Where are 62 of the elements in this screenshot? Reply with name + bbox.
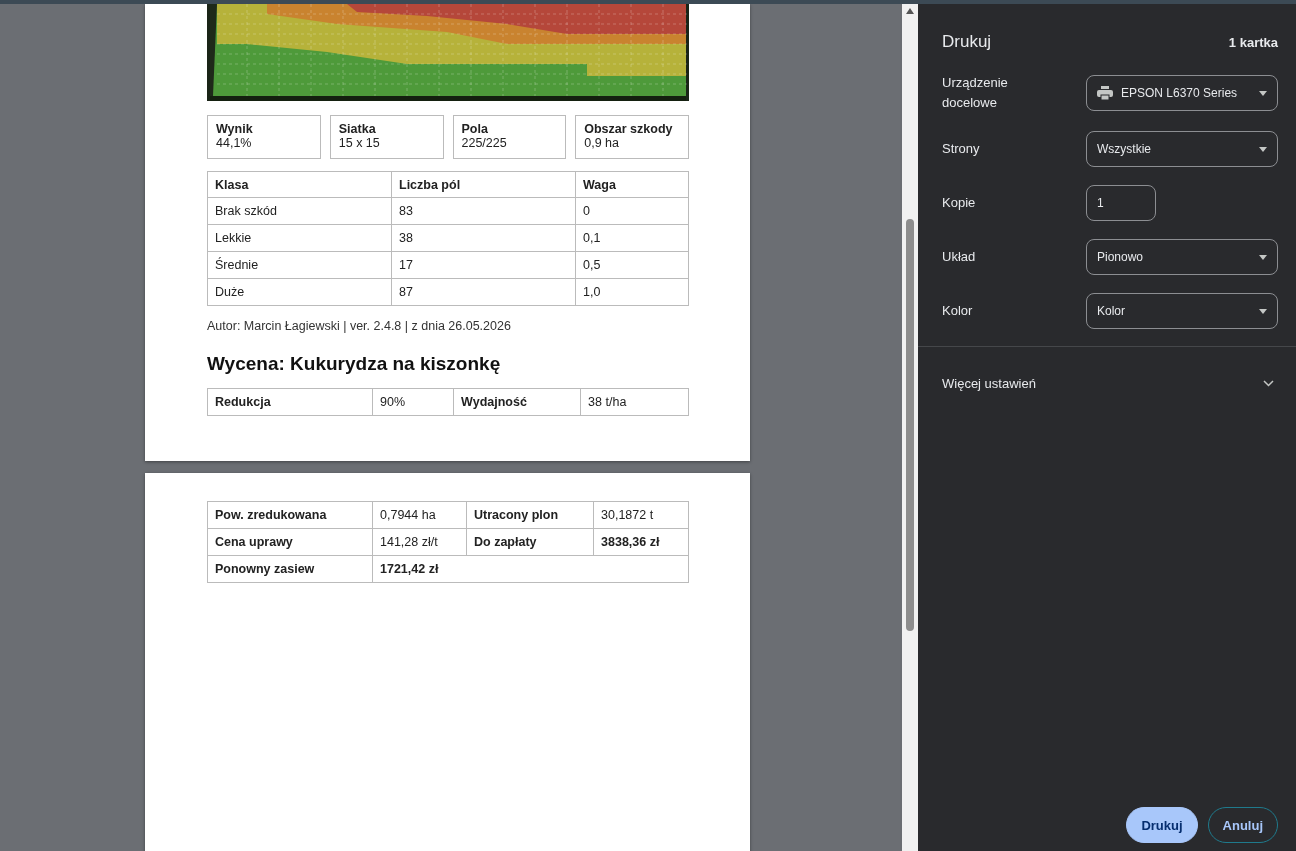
panel-title: Drukuj <box>942 32 992 52</box>
table-cell: Cena uprawy <box>207 528 373 556</box>
table-cell: 141,28 zł/t <box>372 528 467 556</box>
table-cell: Brak szkód <box>207 197 392 225</box>
setting-label: Kolor <box>942 302 974 320</box>
author-footer: Autor: Marcin Łagiewski | ver. 2.4.8 | z dnia 26.05.2026 <box>207 319 750 333</box>
scrollbar-thumb[interactable] <box>906 219 914 631</box>
copies-field[interactable]: 1 <box>1086 185 1156 221</box>
table-cell: 17 <box>391 251 576 279</box>
table-cell: Ponowny zasiew <box>207 555 373 583</box>
stat-label: Pola <box>461 122 489 136</box>
chevron-icon <box>1263 379 1274 387</box>
printer-icon <box>1097 86 1113 100</box>
scroll-up-arrow-icon[interactable] <box>906 8 914 14</box>
table-cell: Wydajność <box>453 388 581 416</box>
table-cell: 30,1872 t <box>593 501 689 529</box>
scrollbar-track[interactable] <box>902 4 918 851</box>
table-cell: 0,5 <box>575 251 689 279</box>
more-settings-toggle[interactable]: Więcej ustawień <box>918 347 1296 419</box>
table-cell: 0,1 <box>575 224 689 252</box>
stat-label: Obszar szkody <box>584 122 674 136</box>
column-header: Klasa <box>207 171 392 198</box>
stat-value: 15 x 15 <box>338 136 381 150</box>
dropdown-caret-icon <box>1259 146 1267 152</box>
table-cell: Pow. zredukowana <box>207 501 373 529</box>
setting-label: Kopie <box>942 194 977 212</box>
option-select[interactable]: Pionowo <box>1086 239 1278 275</box>
setting-label: Układ <box>942 248 977 266</box>
sheet-count: 1 kartka <box>1228 34 1278 50</box>
column-header: Liczba pól <box>391 171 576 198</box>
table-cell: Do zapłaty <box>466 528 594 556</box>
table-cell: 38 t/ha <box>580 388 689 416</box>
table-cell: 83 <box>391 197 576 225</box>
table-cell: 90% <box>372 388 454 416</box>
table-cell: 3838,36 zł <box>593 528 689 556</box>
stat-label: Siatka <box>338 122 377 136</box>
stat-value: 0,9 ha <box>584 136 620 150</box>
stat-label: Wynik <box>216 122 254 136</box>
stat-value: 44,1% <box>216 136 253 150</box>
table-cell: 0,7944 ha <box>372 501 467 529</box>
table-cell: Duże <box>207 278 392 306</box>
table-cell: 87 <box>391 278 576 306</box>
table-cell: Lekkie <box>207 224 392 252</box>
option-select[interactable]: Kolor <box>1086 293 1278 329</box>
table-cell: Redukcja <box>207 388 373 416</box>
setting-label: Urządzenie docelowe <box>942 74 1009 112</box>
dropdown-caret-icon <box>1259 308 1267 314</box>
destination-select[interactable]: EPSON L6370 Series <box>1086 75 1278 111</box>
table-cell: 0 <box>575 197 689 225</box>
table-cell: 1721,42 zł <box>372 555 689 583</box>
table-cell: 38 <box>391 224 576 252</box>
stat-value: 225/225 <box>461 136 508 150</box>
column-header: Waga <box>575 171 689 198</box>
dropdown-caret-icon <box>1259 90 1267 96</box>
table-cell: Utracony plon <box>466 501 594 529</box>
option-select[interactable]: Wszystkie <box>1086 131 1278 167</box>
dropdown-caret-icon <box>1259 254 1267 260</box>
print-button[interactable]: Drukuj <box>1126 807 1198 843</box>
table-cell: 1,0 <box>575 278 689 306</box>
setting-label: Strony <box>942 140 981 158</box>
table-cell: Średnie <box>207 251 392 279</box>
section-heading: Wycena: Kukurydza na kiszonkę <box>207 353 502 375</box>
